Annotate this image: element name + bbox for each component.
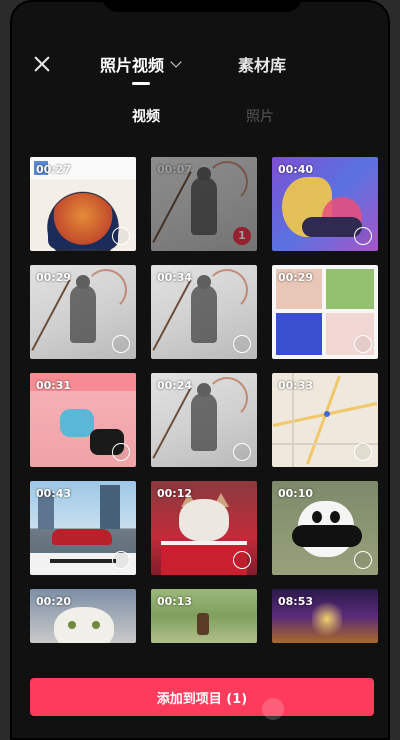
media-grid: 00:27 00:07 1 00:40 00:29 00:34 00:29 00… [30,157,378,643]
video-duration: 00:29 [278,271,314,284]
select-circle[interactable] [354,551,372,569]
video-duration: 00:27 [36,163,72,176]
media-type-tabs: 视频 照片 [12,106,388,128]
video-duration: 00:20 [36,595,72,608]
video-duration: 00:07 [157,163,193,176]
media-thumbnail[interactable]: 00:24 [151,373,257,467]
video-duration: 08:53 [278,595,314,608]
select-circle[interactable] [233,551,251,569]
video-duration: 00:34 [157,271,193,284]
media-thumbnail[interactable]: 00:12 [151,481,257,575]
tab-library[interactable]: 素材库 [238,52,286,76]
video-duration: 00:12 [157,487,193,500]
select-circle[interactable] [112,335,130,353]
video-duration: 00:10 [278,487,314,500]
phone-screen: 照片视频 素材库 视频 照片 00:27 00:07 1 00:40 00:29… [10,0,390,740]
select-circle[interactable] [112,443,130,461]
media-thumbnail[interactable]: 00:29 [30,265,136,359]
video-duration: 00:31 [36,379,72,392]
selection-badge[interactable]: 1 [233,227,251,245]
tab-photos-videos-label: 照片视频 [100,56,165,75]
media-thumbnail[interactable]: 00:33 [272,373,378,467]
touch-indicator [262,698,284,720]
media-thumbnail[interactable]: 00:13 [151,589,257,643]
tab-photos-videos[interactable]: 照片视频 [100,52,182,76]
sub-tab-video[interactable]: 视频 [132,106,160,126]
select-circle[interactable] [112,227,130,245]
media-thumbnail[interactable]: 00:07 1 [151,157,257,251]
close-icon[interactable] [30,52,54,76]
media-thumbnail[interactable]: 08:53 [272,589,378,643]
sub-tab-photo[interactable]: 照片 [246,106,274,126]
add-to-project-button[interactable]: 添加到项目 (1) [30,678,374,716]
media-thumbnail[interactable]: 00:10 [272,481,378,575]
video-duration: 00:29 [36,271,72,284]
chevron-down-icon [170,56,182,68]
phone-notch [102,2,302,12]
media-thumbnail[interactable]: 00:40 [272,157,378,251]
video-duration: 00:24 [157,379,193,392]
select-circle[interactable] [112,551,130,569]
media-thumbnail[interactable]: 00:27 [30,157,136,251]
select-circle[interactable] [233,335,251,353]
top-bar: 照片视频 素材库 [12,42,388,86]
video-duration: 00:43 [36,487,72,500]
select-circle[interactable] [354,335,372,353]
tab-library-label: 素材库 [238,56,287,75]
media-thumbnail[interactable]: 00:20 [30,589,136,643]
media-thumbnail[interactable]: 00:34 [151,265,257,359]
video-duration: 00:33 [278,379,314,392]
select-circle[interactable] [354,227,372,245]
select-circle[interactable] [233,443,251,461]
video-duration: 00:13 [157,595,193,608]
video-duration: 00:40 [278,163,314,176]
select-circle[interactable] [354,443,372,461]
media-thumbnail[interactable]: 00:29 [272,265,378,359]
media-thumbnail[interactable]: 00:43 [30,481,136,575]
media-thumbnail[interactable]: 00:31 [30,373,136,467]
active-tab-indicator [132,82,150,85]
